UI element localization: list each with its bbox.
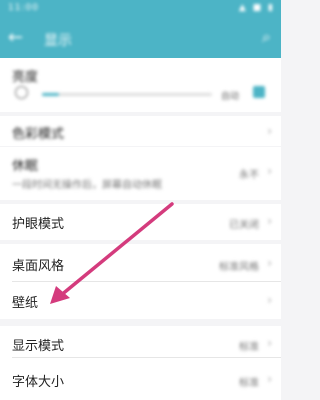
arrow-shaft [58,202,174,298]
annotation-arrow-icon [50,202,174,304]
